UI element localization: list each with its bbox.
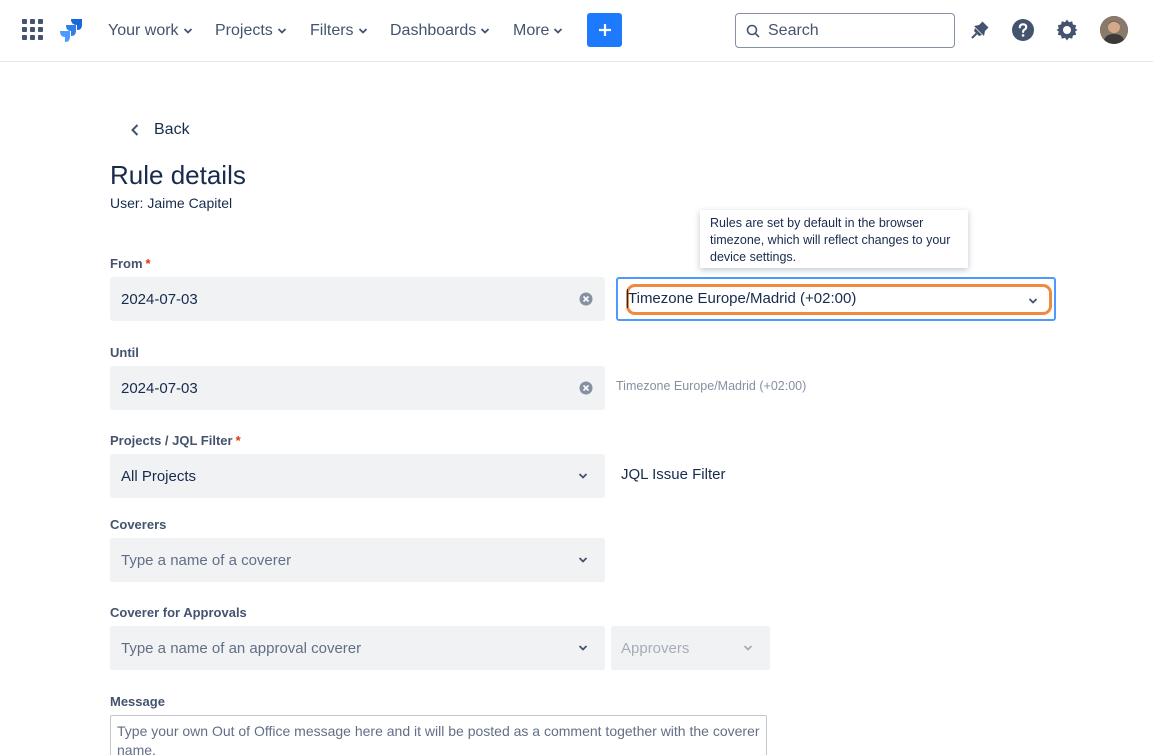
back-label: Back <box>154 121 190 138</box>
avatar[interactable] <box>1100 16 1128 44</box>
nav-projects-label: Projects <box>215 22 273 39</box>
timezone-tooltip: Rules are set by default in the browser … <box>700 210 968 268</box>
plus-icon <box>598 24 611 36</box>
chevron-down-icon <box>743 645 753 651</box>
message-placeholder: Type your own Out of Office message here… <box>117 723 760 755</box>
search-icon <box>746 24 760 38</box>
chevron-down-icon <box>578 645 588 651</box>
nav-your-work-label: Your work <box>108 22 179 39</box>
approval-coverer-placeholder: Type a name of an approval coverer <box>121 639 362 657</box>
from-label: From * <box>110 256 151 271</box>
nav-dashboards-label: Dashboards <box>390 22 477 39</box>
clear-icon[interactable] <box>579 381 593 395</box>
projects-select-value: All Projects <box>121 467 197 485</box>
rule-user: User: Jaime Capitel <box>110 195 233 211</box>
user-avatar-image <box>1100 16 1128 44</box>
search-input[interactable]: Search <box>735 13 955 48</box>
chevron-down-icon <box>277 28 286 34</box>
clear-icon[interactable] <box>579 292 593 306</box>
chevron-left-icon <box>131 124 139 136</box>
nav-dashboards[interactable]: Dashboards <box>390 19 490 43</box>
chevron-down-icon <box>358 28 367 34</box>
coverers-placeholder: Type a name of a coverer <box>121 551 292 569</box>
from-label-text: From <box>110 256 143 271</box>
chevron-down-icon <box>578 557 588 563</box>
jira-logo-icon[interactable] <box>58 17 84 43</box>
projects-label-text: Projects / JQL Filter <box>110 433 233 448</box>
app-switcher-icon[interactable] <box>22 19 44 41</box>
until-date-input[interactable]: 2024-07-03 <box>110 366 605 410</box>
timezone-select[interactable]: Timezone Europe/Madrid (+02:00) <box>616 277 1056 321</box>
chevron-down-icon <box>1028 298 1038 304</box>
message-textarea[interactable]: Type your own Out of Office message here… <box>110 715 767 755</box>
top-navigation: Your work Projects Filters Dashboards Mo… <box>0 0 1153 62</box>
projects-label: Projects / JQL Filter * <box>110 433 241 448</box>
nav-filters[interactable]: Filters <box>310 19 368 43</box>
nav-filters-label: Filters <box>310 22 354 39</box>
approvers-select[interactable]: Approvers <box>611 626 770 670</box>
approvers-placeholder: Approvers <box>621 639 690 657</box>
from-date-value: 2024-07-03 <box>121 290 198 308</box>
from-date-input[interactable]: 2024-07-03 <box>110 277 605 321</box>
nav-your-work[interactable]: Your work <box>108 19 193 43</box>
coverers-select[interactable]: Type a name of a coverer <box>110 538 605 582</box>
help-icon[interactable] <box>1011 18 1035 42</box>
chevron-down-icon <box>554 28 563 34</box>
until-date-value: 2024-07-03 <box>121 379 198 397</box>
until-timezone-text: Timezone Europe/Madrid (+02:00) <box>616 379 807 393</box>
required-asterisk: * <box>145 256 151 271</box>
nav-projects[interactable]: Projects <box>215 19 287 43</box>
chevron-down-icon <box>481 28 490 34</box>
settings-icon[interactable] <box>1055 18 1079 42</box>
timezone-select-value: Timezone Europe/Madrid (+02:00) <box>628 290 857 307</box>
until-label: Until <box>110 345 139 360</box>
back-button[interactable]: Back <box>130 121 190 139</box>
nav-more[interactable]: More <box>513 19 563 43</box>
approval-coverer-label: Coverer for Approvals <box>110 605 247 620</box>
page-title: Rule details <box>110 160 246 190</box>
nav-more-label: More <box>513 22 550 39</box>
approval-coverer-select[interactable]: Type a name of an approval coverer <box>110 626 605 670</box>
chevron-down-icon <box>183 28 192 34</box>
chevron-down-icon <box>578 473 588 479</box>
create-button[interactable] <box>587 13 622 47</box>
notification-icon[interactable] <box>968 18 992 42</box>
required-asterisk: * <box>235 433 241 448</box>
projects-select[interactable]: All Projects <box>110 454 605 498</box>
jql-issue-filter-link[interactable]: JQL Issue Filter <box>621 466 725 483</box>
coverers-label: Coverers <box>110 517 167 532</box>
search-placeholder: Search <box>768 21 819 39</box>
message-label: Message <box>110 694 165 709</box>
